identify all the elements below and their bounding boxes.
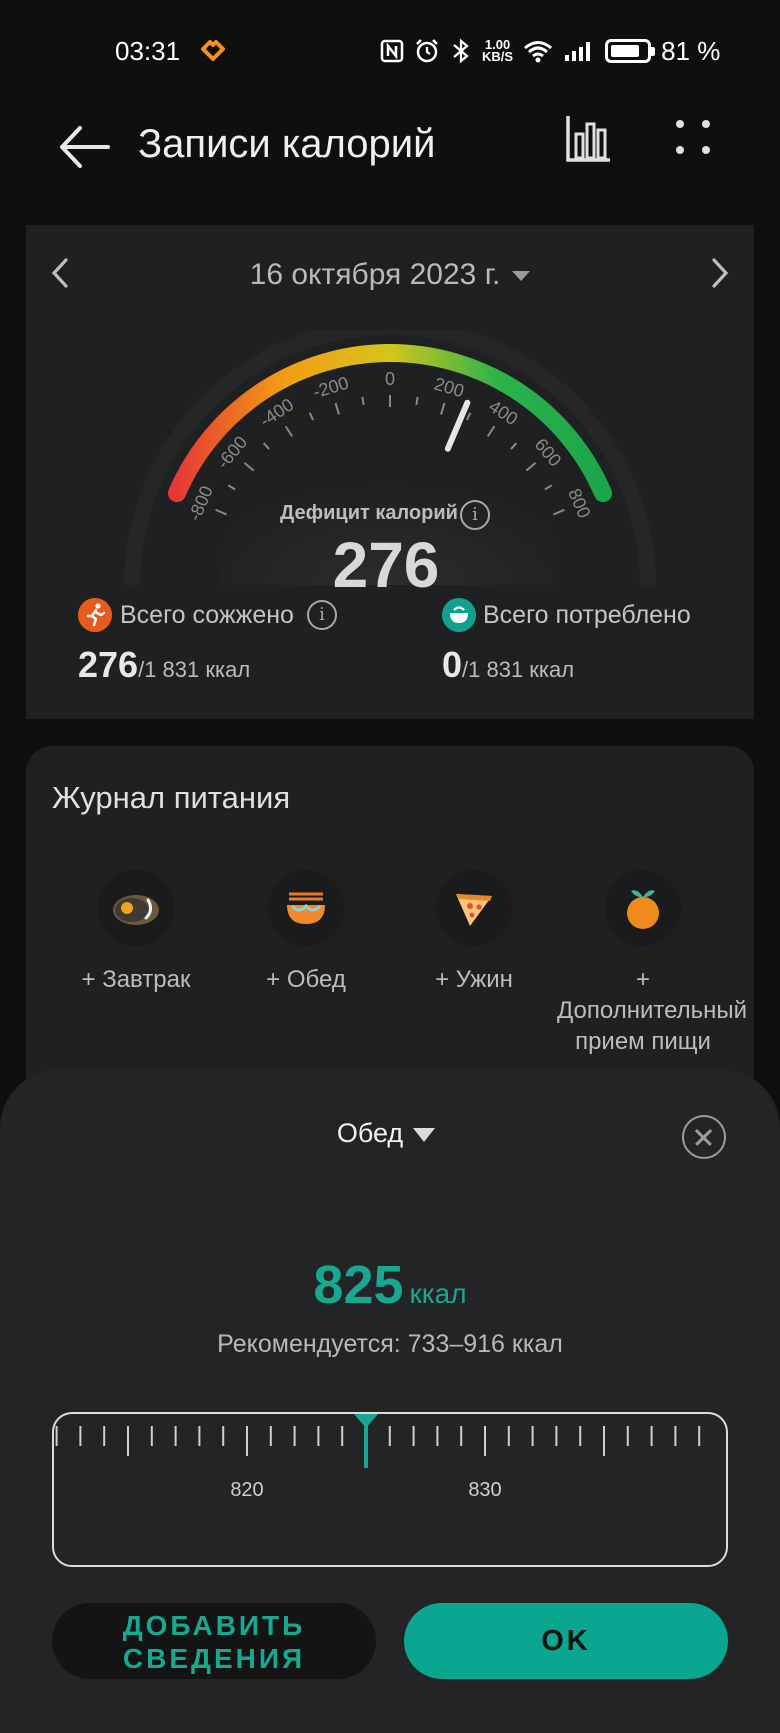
gauge-tick — [262, 442, 270, 450]
signal-icon — [565, 42, 591, 61]
gauge-tick-label: 400 — [485, 396, 521, 429]
ruler-indicator — [364, 1414, 368, 1468]
ruler-tick — [531, 1426, 534, 1446]
ruler-tick — [127, 1426, 129, 1456]
gauge-tick — [308, 412, 314, 421]
gauge-tick — [227, 484, 236, 491]
ruler-tick — [626, 1426, 629, 1446]
consumed-value: 0/1 831 ккал — [442, 644, 575, 685]
add-details-button[interactable]: ДОБАВИТЬ СВЕДЕНИЯ — [52, 1603, 376, 1679]
health-icon — [201, 40, 225, 61]
burned-info-icon[interactable]: i — [307, 600, 337, 630]
bluetooth-icon — [453, 38, 469, 64]
status-bar: 03:31 1.00 KB/S 81 % — [0, 0, 780, 100]
ruler-tick — [150, 1426, 153, 1446]
consumed-label: Всего потреблено — [483, 601, 691, 629]
dinner-pizza-icon — [436, 870, 512, 946]
gauge-tick — [486, 425, 496, 437]
gauge-tick — [361, 396, 365, 406]
bar-chart-icon[interactable] — [562, 110, 616, 166]
snack-orange-icon — [605, 870, 681, 946]
ruler-tick — [55, 1426, 58, 1446]
gauge-tick — [544, 484, 553, 491]
back-arrow-icon[interactable] — [50, 112, 120, 182]
more-dots-icon[interactable] — [668, 112, 718, 162]
running-burn-icon — [78, 598, 112, 632]
ruler-tick — [269, 1426, 272, 1446]
ruler-tick — [484, 1426, 486, 1456]
ruler-label: 830 — [468, 1479, 501, 1501]
food-journal-title: Журнал питания — [52, 780, 291, 815]
gauge-tick — [440, 402, 446, 415]
add-lunch-button[interactable]: + Обед — [221, 870, 391, 995]
meal-type-selector[interactable]: Обед — [0, 1118, 772, 1149]
ruler-tick — [198, 1426, 201, 1446]
gauge-tick — [466, 412, 472, 421]
ruler-tick — [650, 1426, 653, 1446]
meal-type-label: Обед — [336, 1118, 404, 1148]
add-breakfast-button[interactable]: + Завтрак — [51, 870, 221, 995]
gauge-tick-label: -800 — [184, 483, 217, 524]
gauge-tick — [284, 425, 294, 437]
ruler-tick — [317, 1426, 320, 1446]
add-snack-button[interactable]: + Дополнительный прием пищи — [557, 870, 747, 1057]
burned-value: 276/1 831 ккал — [78, 644, 251, 685]
ruler-tick — [293, 1426, 296, 1446]
ruler-tick — [222, 1426, 225, 1446]
gauge-tick — [215, 508, 227, 516]
deficit-value: 276 — [332, 529, 440, 601]
deficit-info-icon[interactable]: i — [460, 500, 490, 530]
date-text: 16 октября 2023 г. — [249, 258, 501, 291]
ruler-tick — [579, 1426, 582, 1446]
ruler-tick — [79, 1426, 82, 1446]
ruler-tick — [436, 1426, 439, 1446]
battery-icon — [605, 39, 656, 63]
dropdown-caret-icon — [413, 1127, 436, 1142]
breakfast-egg-icon — [98, 870, 174, 946]
burned-label: Всего сожжено — [120, 601, 294, 629]
battery-percent: 81 % — [661, 35, 721, 66]
gauge-tick-label: -200 — [311, 373, 351, 402]
gauge-tick-label: 200 — [432, 374, 467, 402]
food-bowl-icon — [442, 598, 476, 632]
ok-button[interactable]: OK — [404, 1603, 728, 1679]
nfc-icon — [380, 39, 404, 63]
gauge-tick — [525, 462, 537, 472]
gauge-tick-label: 0 — [385, 369, 395, 389]
ruler-tick — [460, 1426, 463, 1446]
net-speed: 1.00 KB/S — [482, 37, 514, 64]
recommended-range: Рекомендуется: 733–916 ккал — [217, 1330, 563, 1358]
gauge-tick-label: 800 — [564, 486, 594, 522]
ruler-tick — [246, 1426, 248, 1456]
ruler-tick — [674, 1426, 677, 1446]
gauge-tick — [510, 442, 518, 450]
ruler-label: 820 — [230, 1479, 263, 1501]
status-icons: 1.00 KB/S 81 % — [380, 34, 720, 68]
page-title: Записи калорий — [138, 122, 436, 166]
dropdown-caret-icon — [512, 271, 531, 282]
lunch-bowl-icon — [268, 870, 344, 946]
date-selector[interactable]: 16 октября 2023 г. — [0, 258, 780, 292]
ruler-tick — [388, 1426, 391, 1446]
close-icon[interactable] — [682, 1115, 726, 1159]
ruler-tick — [698, 1426, 701, 1446]
ruler-tick — [603, 1426, 605, 1456]
calorie-ruler-slider[interactable]: 820 830 — [52, 1412, 728, 1567]
ruler-tick — [174, 1426, 177, 1446]
status-time: 03:31 — [115, 36, 181, 66]
selected-calories: 825 ккал — [313, 1255, 467, 1315]
alarm-icon — [416, 39, 438, 63]
deficit-label: Дефицит калорий — [280, 502, 458, 524]
ruler-tick — [341, 1426, 344, 1446]
gauge-tick — [415, 396, 419, 406]
ruler-tick — [555, 1426, 558, 1446]
gauge-tick — [553, 508, 565, 516]
gauge-tick — [334, 402, 340, 415]
ruler-tick — [103, 1426, 106, 1446]
ruler-tick — [507, 1426, 510, 1446]
wifi-icon — [524, 41, 553, 63]
ruler-tick — [412, 1426, 415, 1446]
add-dinner-button[interactable]: + Ужин — [389, 870, 559, 995]
gauge-tick — [243, 462, 255, 472]
